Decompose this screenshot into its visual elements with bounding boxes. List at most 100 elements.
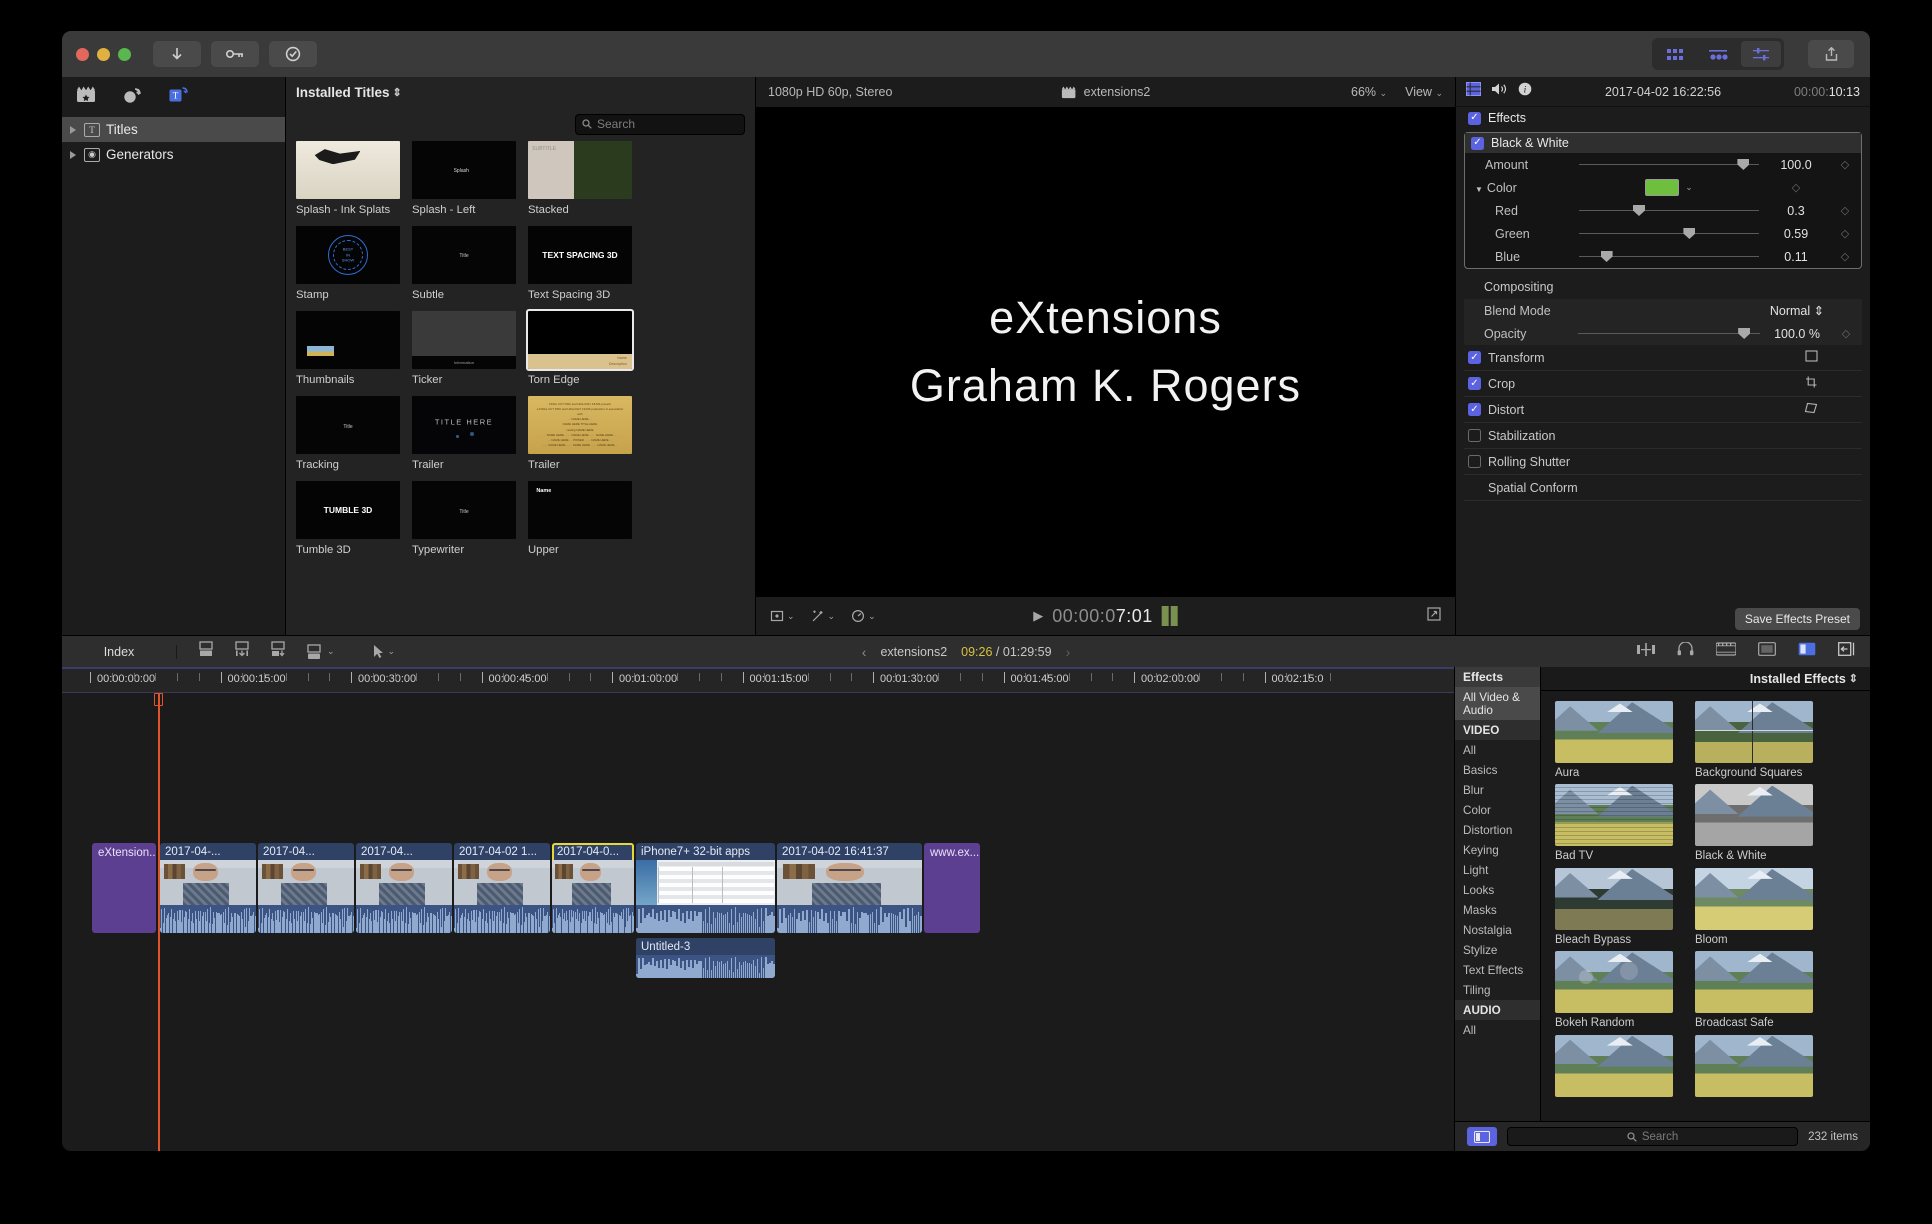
effects-category-item[interactable]: Keying	[1455, 840, 1540, 860]
effects-category-item[interactable]: Light	[1455, 860, 1540, 880]
title-tile[interactable]: BEST IN SHOW Stamp	[296, 226, 400, 302]
title-thumbnail[interactable]: Title	[412, 481, 516, 540]
title-tile[interactable]: Information Ticker	[412, 311, 516, 387]
title-thumbnail[interactable]: Information	[412, 311, 516, 370]
timeline-clip[interactable]: 2017-04...	[258, 843, 354, 933]
share-button[interactable]	[1808, 40, 1854, 68]
connect-icon[interactable]	[197, 641, 215, 662]
section-checkbox[interactable]	[1468, 403, 1481, 416]
effect-thumbnail[interactable]	[1695, 701, 1813, 763]
section-checkbox[interactable]	[1468, 429, 1481, 442]
effects-category-item[interactable]: Blur	[1455, 780, 1540, 800]
effects-browser-header[interactable]: Installed Effects ⇕	[1541, 667, 1870, 691]
save-effects-preset-button[interactable]: Save Effects Preset	[1734, 608, 1860, 630]
effects-browser-toggle[interactable]	[1798, 642, 1816, 661]
show-browser-button[interactable]	[1655, 41, 1695, 67]
zoom-button[interactable]	[118, 47, 131, 61]
insert-icon[interactable]	[233, 641, 251, 662]
effects-category-item[interactable]: Basics	[1455, 760, 1540, 780]
viewer-timecode[interactable]: 00:00:07:01	[1052, 606, 1153, 627]
title-thumbnail[interactable]: Name Description	[526, 309, 634, 372]
timeline-connected-clip[interactable]: Untitled-3	[636, 938, 775, 978]
viewer-fullscreen-button[interactable]	[1427, 606, 1441, 626]
video-inspector-tab[interactable]	[1466, 82, 1481, 101]
effect-thumbnail[interactable]	[1555, 867, 1673, 930]
effects-category-list[interactable]: Effects All Video & Audio VIDEO All Basics Bl…	[1455, 667, 1541, 1121]
timeline-clip[interactable]: www.ex...	[924, 843, 980, 933]
title-thumbnail[interactable]	[296, 311, 400, 370]
keywords-button[interactable]	[211, 41, 259, 67]
title-tile[interactable]: Name Description Torn Edge	[526, 309, 634, 387]
inspector-section-crop[interactable]: Crop	[1464, 371, 1862, 397]
param-slider[interactable]	[1579, 228, 1759, 239]
disclosure-triangle-icon[interactable]	[70, 125, 76, 134]
overwrite-menu[interactable]: ⌄	[305, 643, 335, 660]
color-swatch[interactable]	[1645, 179, 1680, 196]
timeline-clip[interactable]: 2017-04...	[356, 843, 452, 933]
inspector-section-distort[interactable]: Distort	[1464, 397, 1862, 423]
title-thumbnail[interactable]	[296, 141, 400, 199]
effect-param-row[interactable]: Blue 0.11 ◇	[1465, 245, 1861, 268]
effects-category-item[interactable]: All Video & Audio	[1455, 687, 1540, 720]
timeline-clip[interactable]: 2017-04-02 16:41:37	[777, 843, 922, 933]
viewer-zoom-menu[interactable]: 66% ⌄	[1351, 85, 1387, 99]
effects-sidebar-toggle[interactable]	[1467, 1127, 1497, 1146]
effects-search-input[interactable]: Search	[1507, 1127, 1799, 1146]
clip-appearance-icon[interactable]	[1758, 642, 1776, 661]
info-inspector-tab[interactable]: i	[1518, 82, 1532, 101]
titles-grid[interactable]: Splash - Ink Splats Splash Splash - Left SU…	[286, 141, 755, 635]
effects-category-item[interactable]: Stylize	[1455, 940, 1540, 960]
sort-chevrons-icon[interactable]: ⇕	[1849, 672, 1858, 685]
viewer-canvas[interactable]: eXtensions Graham K. Rogers	[756, 107, 1455, 597]
title-tile[interactable]: Splash - Ink Splats	[296, 141, 400, 217]
render-status-icon[interactable]	[1715, 642, 1737, 661]
effect-title-row[interactable]: Black & White	[1465, 133, 1861, 153]
effect-param-row[interactable]: Red 0.3 ◇	[1465, 199, 1861, 222]
param-keyframe-button[interactable]: ◇	[1833, 250, 1857, 263]
effect-tile[interactable]: Bleach Bypass	[1555, 867, 1673, 947]
effect-thumbnail[interactable]	[1555, 951, 1673, 1014]
title-tile[interactable]: TITLE HERE Trailer	[412, 396, 516, 472]
sidebar-item-generators[interactable]: ◉ Generators	[62, 142, 285, 167]
title-tile[interactable]: Title Tracking	[296, 396, 400, 472]
chevron-down-icon[interactable]: ⌄	[1685, 182, 1693, 193]
effect-tile[interactable]: Broadcast Safe	[1695, 951, 1813, 1030]
inspector-section-spatial-conform[interactable]: Spatial Conform	[1464, 475, 1862, 501]
effect-thumbnail[interactable]	[1555, 1034, 1673, 1097]
effect-thumbnail[interactable]	[1695, 867, 1813, 930]
effects-category-item[interactable]: Color	[1455, 800, 1540, 820]
effect-tile[interactable]: Bad TV	[1555, 784, 1673, 863]
effect-tile[interactable]	[1695, 1034, 1813, 1100]
browser-header[interactable]: Installed Titles ⇕	[286, 77, 755, 107]
timeline-pane[interactable]: 00:00:00:00 00:00:15:00 00:00:30:00 00:00:4…	[62, 667, 1455, 1151]
enhance-menu[interactable]: ⌄	[811, 609, 835, 623]
title-thumbnail[interactable]: TUMBLE 3D	[296, 481, 400, 540]
effects-category-item[interactable]: Tiling	[1455, 980, 1540, 1000]
title-tile[interactable]: Splash Splash - Left	[412, 141, 516, 217]
timeline-clip[interactable]: iPhone7+ 32-bit apps	[636, 843, 775, 933]
effects-category-item[interactable]: Text Effects	[1455, 960, 1540, 980]
play-icon[interactable]: ▶	[1033, 608, 1043, 624]
effect-thumbnail[interactable]	[1555, 701, 1673, 763]
effect-thumbnail[interactable]	[1555, 784, 1673, 847]
effect-thumbnail[interactable]	[1695, 951, 1813, 1014]
effect-thumbnail[interactable]	[1695, 1034, 1813, 1097]
background-tasks-button[interactable]	[269, 41, 317, 67]
title-tile[interactable]: Title Typewriter	[412, 481, 516, 557]
crop-icon[interactable]	[1805, 376, 1818, 391]
title-thumbnail[interactable]: BEST IN SHOW	[296, 226, 400, 285]
title-tile[interactable]: Name Upper	[528, 481, 632, 557]
previous-project-button[interactable]: ‹	[862, 644, 867, 660]
timeline-clip[interactable]: 2017-04-02 1...	[454, 843, 550, 933]
retime-menu[interactable]: ⌄	[851, 609, 876, 623]
param-keyframe-button[interactable]: ◇	[1833, 158, 1857, 171]
disclosure-triangle-icon[interactable]: ▼	[1475, 185, 1483, 194]
param-slider[interactable]	[1579, 159, 1759, 170]
effect-tile[interactable]: Bokeh Random	[1555, 951, 1673, 1030]
section-checkbox[interactable]	[1468, 377, 1481, 390]
effects-category-item[interactable]: All	[1455, 1020, 1540, 1040]
effect-tile[interactable]: Aura	[1555, 701, 1673, 780]
next-project-button[interactable]: ›	[1066, 644, 1071, 660]
effects-category-item[interactable]: Masks	[1455, 900, 1540, 920]
photos-audio-icon[interactable]	[122, 86, 143, 109]
